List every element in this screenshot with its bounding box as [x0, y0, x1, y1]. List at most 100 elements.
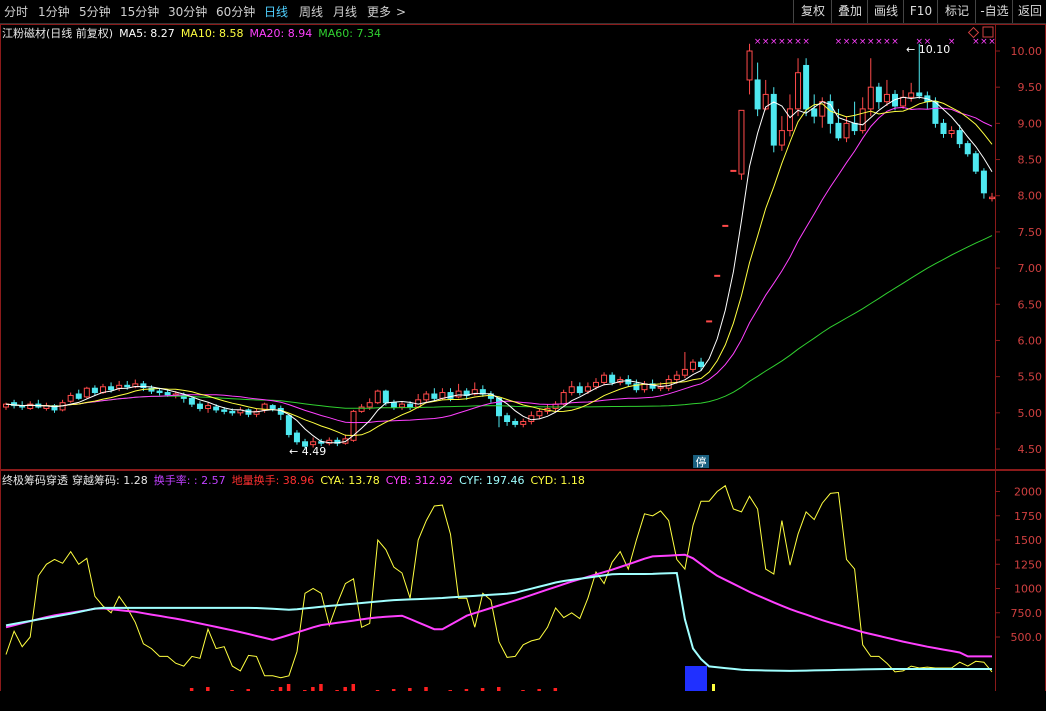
ma60-line: [5, 235, 993, 409]
candle-body: [358, 406, 365, 412]
signal-mark: ×: [843, 37, 851, 47]
candle-body: [786, 108, 793, 132]
remove-watchlist-button[interactable]: -自选: [975, 0, 1013, 23]
f10-button[interactable]: F10: [903, 0, 938, 23]
candle: [859, 97, 866, 134]
candle-body: [803, 64, 810, 110]
candle-body: [205, 405, 212, 409]
candle-body: [75, 393, 82, 399]
tab-1min[interactable]: 1分钟: [38, 3, 70, 20]
candle: [83, 386, 90, 399]
candle-body: [835, 122, 842, 139]
turnover-bar: [246, 689, 250, 691]
turnover-bar: [206, 687, 210, 691]
candle-body: [584, 386, 591, 392]
tab-30min[interactable]: 30分钟: [168, 3, 207, 20]
tab-weekly[interactable]: 周线: [299, 3, 323, 20]
candle-body: [576, 386, 583, 394]
candle: [536, 408, 543, 419]
turnover-bar: [497, 687, 501, 691]
turnover-bar: [521, 690, 525, 691]
candle-body: [568, 386, 575, 394]
candle-body: [940, 122, 947, 134]
price-chart[interactable]: 4.50 5.00 5.50 6.00 6.50 7.00 7.50 8.00 8.50 9.00…: [0, 24, 1046, 470]
tab-5min[interactable]: 5分钟: [79, 3, 111, 20]
candle: [528, 411, 535, 425]
candle: [989, 192, 995, 202]
candle-body: [229, 410, 236, 414]
candle-body: [698, 361, 705, 368]
signal-mark: ×: [762, 37, 770, 47]
candle-body: [188, 397, 195, 405]
candle: [552, 401, 559, 412]
y-tick-label: 750.0: [1011, 607, 1043, 620]
candle: [641, 380, 648, 393]
signal-mark: ×: [770, 37, 778, 47]
candle: [576, 382, 583, 396]
signal-mark: ×: [778, 37, 786, 47]
signal-mark: ×: [891, 37, 899, 47]
turnover-bar: [351, 684, 356, 691]
candle: [544, 404, 551, 415]
tab-15min[interactable]: 15分钟: [120, 3, 159, 20]
turnover-bar: [391, 689, 396, 691]
more-label: 更多: [367, 5, 392, 19]
candle-body: [447, 392, 454, 399]
draw-line-button[interactable]: 画线: [867, 0, 904, 23]
turnover-bar: [408, 688, 412, 691]
candle-body: [108, 386, 115, 391]
y-tick-label: 5.00: [1018, 407, 1043, 420]
candle: [285, 414, 292, 438]
candle: [479, 385, 486, 397]
candle: [875, 82, 882, 109]
cya-line: [5, 484, 993, 679]
candle-body: [520, 421, 527, 425]
candle-body: [536, 410, 543, 417]
turnover-bar: [311, 687, 315, 691]
candle: [156, 388, 163, 396]
tab-timeshare[interactable]: 分时: [4, 3, 28, 20]
candle-body: [124, 384, 131, 388]
candle-body: [431, 393, 438, 399]
candle-body: [883, 93, 890, 103]
candle-body: [689, 361, 696, 370]
tab-daily[interactable]: 日线: [264, 3, 288, 20]
candle: [980, 168, 987, 199]
candle-body: [625, 379, 632, 385]
tab-monthly[interactable]: 月线: [333, 3, 357, 20]
candle-body: [778, 130, 785, 146]
candle-body: [980, 170, 987, 194]
tab-more[interactable]: 更多 >: [367, 3, 406, 20]
period-toolbar: 分时 1分钟 5分钟 15分钟 30分钟 60分钟 日线 周线 月线 更多 > 复…: [0, 0, 1046, 24]
turnover-bar: [464, 689, 469, 691]
candle: [601, 372, 608, 386]
candle: [253, 408, 260, 418]
candle: [205, 402, 212, 413]
restore-rights-button[interactable]: 复权: [793, 0, 832, 23]
candle: [188, 396, 195, 408]
candle-body: [221, 409, 228, 412]
candle-body: [875, 86, 882, 103]
tab-60min[interactable]: 60分钟: [216, 3, 255, 20]
candle: [35, 399, 42, 409]
candle-body: [900, 96, 907, 107]
candle-body: [916, 92, 923, 97]
back-button[interactable]: 返回: [1012, 0, 1046, 23]
signal-mark: ×: [883, 37, 891, 47]
candle: [196, 401, 203, 412]
candle: [504, 412, 511, 426]
window-icon: [982, 26, 994, 38]
y-tick-label: 1500: [1014, 534, 1042, 547]
candle-body: [754, 79, 761, 110]
candle-body: [399, 403, 406, 408]
candle-body: [714, 274, 721, 277]
y-tick-label: 7.50: [1018, 226, 1043, 239]
overlay-button[interactable]: 叠加: [831, 0, 868, 23]
mark-button[interactable]: 标记: [937, 0, 976, 23]
indicator-chart[interactable]: 500.0 750.0 1000 1250 1500 1750 2000: [0, 470, 1046, 691]
candle: [43, 402, 50, 411]
y-tick-label: 9.00: [1018, 117, 1043, 130]
y-tick-label: 4.50: [1018, 443, 1043, 456]
candle-body: [560, 392, 567, 405]
candle-body: [989, 196, 995, 200]
